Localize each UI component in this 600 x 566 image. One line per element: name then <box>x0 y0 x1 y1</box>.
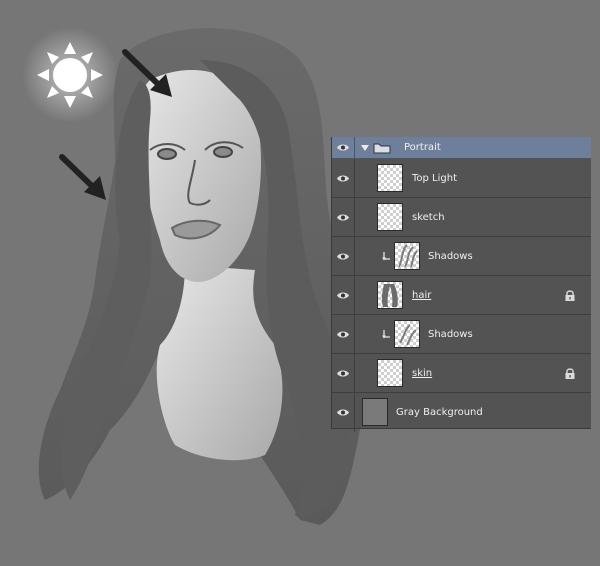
lock-icon[interactable] <box>564 289 576 302</box>
eye-icon <box>337 253 349 259</box>
layer-row[interactable]: Top Light <box>332 159 591 198</box>
sun-icon <box>22 27 118 123</box>
lock-icon[interactable] <box>564 367 576 380</box>
visibility-toggle[interactable] <box>332 159 355 197</box>
layers-panel: Portrait Top Light sketch Shadows hair S… <box>331 137 591 432</box>
visibility-toggle[interactable] <box>332 237 355 275</box>
layer-thumbnail <box>377 359 403 387</box>
layer-row[interactable]: Shadows <box>332 315 591 354</box>
eye-icon <box>337 409 349 416</box>
layer-thumbnail <box>377 203 403 231</box>
layer-row[interactable]: skin <box>332 354 591 393</box>
layer-name: sketch <box>412 211 445 223</box>
layer-group-portrait[interactable]: Portrait <box>332 137 591 159</box>
layer-row[interactable]: Gray Background <box>332 393 591 432</box>
layer-thumbnail <box>377 281 403 309</box>
layer-thumbnail <box>377 164 403 192</box>
layer-name: Gray Background <box>396 407 483 418</box>
layer-thumbnail <box>362 398 388 426</box>
layer-row[interactable]: Shadows <box>332 237 591 276</box>
eye-icon <box>337 331 349 337</box>
chevron-down-icon[interactable] <box>361 144 369 152</box>
folder-icon <box>373 143 391 154</box>
layer-name: Portrait <box>404 142 441 153</box>
layer-name: Shadows <box>428 250 473 262</box>
eye-icon <box>337 292 349 298</box>
visibility-toggle[interactable] <box>332 393 355 432</box>
visibility-toggle[interactable] <box>332 137 355 158</box>
visibility-toggle[interactable] <box>332 354 355 392</box>
layer-name: Top Light <box>412 172 458 184</box>
eye-icon <box>337 214 349 220</box>
clip-icon <box>382 252 390 261</box>
layer-thumbnail <box>394 320 420 348</box>
layer-thumbnail <box>394 242 420 270</box>
eye-icon <box>337 175 349 181</box>
layer-name: hair <box>412 289 432 301</box>
clip-icon <box>382 330 390 339</box>
visibility-toggle[interactable] <box>332 276 355 314</box>
layer-row[interactable]: hair <box>332 276 591 315</box>
layer-name: Shadows <box>428 328 473 340</box>
visibility-toggle[interactable] <box>332 315 355 353</box>
eye-icon <box>337 370 349 376</box>
eye-icon <box>337 144 349 151</box>
layer-name: skin <box>412 367 433 379</box>
visibility-toggle[interactable] <box>332 198 355 236</box>
layer-row[interactable]: sketch <box>332 198 591 237</box>
